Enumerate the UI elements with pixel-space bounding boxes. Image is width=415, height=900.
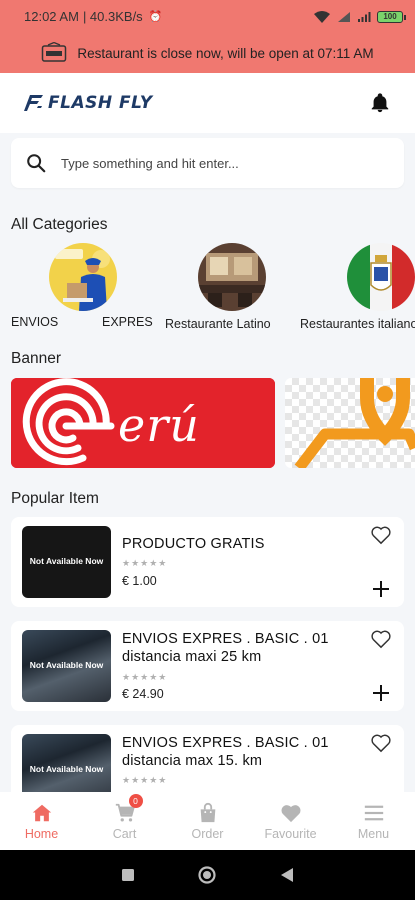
delivery-person-icon bbox=[49, 243, 117, 311]
back-icon[interactable] bbox=[280, 867, 294, 883]
notice-text: Restaurant is close now, will be open at… bbox=[77, 45, 374, 61]
popular-title: Popular Item bbox=[11, 490, 99, 507]
nav-order-label: Order bbox=[191, 826, 224, 841]
product-thumbnail: Not Available Now bbox=[22, 734, 111, 792]
home-button-icon[interactable] bbox=[197, 865, 217, 885]
category-envios-expres[interactable] bbox=[49, 243, 117, 311]
add-to-cart-plus-icon[interactable] bbox=[372, 684, 390, 702]
banner-peru-text: erú bbox=[118, 398, 200, 452]
bag-icon bbox=[200, 802, 215, 822]
product-card[interactable]: Not Available Now ENVIOS EXPRES . BASIC … bbox=[11, 725, 404, 792]
category-restaurantes-italianos[interactable]: Restaurantes italianos bbox=[300, 243, 415, 331]
logo-text: FLASH FLY bbox=[48, 93, 153, 113]
nav-cart-label: Cart bbox=[112, 826, 137, 841]
signal-icon-2 bbox=[358, 11, 371, 22]
nav-home[interactable]: Home bbox=[0, 792, 83, 850]
category-image-latino bbox=[197, 243, 266, 311]
search-icon bbox=[27, 154, 46, 173]
app-header: FLASH FLY bbox=[0, 73, 415, 133]
category-label-italianos: Restaurantes italianos bbox=[300, 317, 415, 331]
closed-sign-icon bbox=[42, 42, 67, 62]
flash-logo-icon bbox=[24, 95, 43, 111]
product-title: ENVIOS EXPRES . BASIC . 01 distancia max… bbox=[122, 735, 329, 770]
favourite-heart-icon[interactable] bbox=[370, 629, 392, 649]
nav-favourite[interactable]: Favourite bbox=[249, 792, 332, 850]
category-label-latino: Restaurante Latino bbox=[165, 317, 271, 331]
map-pin-icon bbox=[294, 378, 415, 468]
restaurant-image bbox=[197, 243, 266, 311]
nav-home-label: Home bbox=[24, 826, 59, 841]
category-image-italianos bbox=[346, 243, 415, 311]
product-rating-stars: ★★★★★ bbox=[122, 775, 168, 785]
alarm-icon: ⏰ bbox=[148, 11, 163, 23]
heart-icon bbox=[281, 804, 300, 822]
app-logo[interactable]: FLASH FLY bbox=[24, 93, 153, 113]
category-label-envios: ENVIOS bbox=[11, 315, 59, 329]
product-title: PRODUCTO GRATIS bbox=[122, 536, 265, 552]
nav-favourite-label: Favourite bbox=[264, 826, 317, 841]
banner-title: Banner bbox=[11, 350, 61, 367]
categories-title: All Categories bbox=[11, 216, 108, 233]
product-title: ENVIOS EXPRES . BASIC . 01 distancia max… bbox=[122, 631, 329, 666]
product-price: € 24.90 bbox=[122, 687, 164, 701]
italian-flag-image bbox=[346, 243, 415, 311]
cart-count-badge: 0 bbox=[128, 794, 143, 808]
category-image-envios bbox=[49, 243, 117, 311]
home-icon bbox=[32, 804, 51, 821]
add-to-cart-plus-icon[interactable] bbox=[372, 580, 390, 598]
signal-icon bbox=[338, 11, 350, 22]
product-rating-stars: ★★★★★ bbox=[122, 672, 168, 682]
product-rating-stars: ★★★★★ bbox=[122, 558, 168, 568]
recent-apps-icon[interactable] bbox=[121, 868, 135, 882]
not-available-label: Not Available Now bbox=[29, 764, 104, 775]
category-restaurante-latino[interactable]: Restaurante Latino bbox=[165, 243, 271, 331]
category-label-expres: EXPRES bbox=[102, 315, 153, 329]
status-bar: 12:02 AM | 40.3KB/s ⏰ 100 bbox=[0, 0, 415, 33]
bell-icon[interactable] bbox=[369, 92, 391, 114]
banner-map[interactable] bbox=[285, 378, 415, 468]
product-card[interactable]: Not Available Now ENVIOS EXPRES . BASIC … bbox=[11, 621, 404, 711]
status-speed: | 40.3KB/s bbox=[82, 9, 143, 24]
nav-order[interactable]: Order bbox=[166, 792, 249, 850]
not-available-label: Not Available Now bbox=[29, 660, 104, 671]
closed-notice: Restaurant is close now, will be open at… bbox=[0, 33, 415, 73]
battery-level: 100 bbox=[383, 12, 397, 21]
categories-list: ENVIOS EXPRES Restaurante Latino Restaur… bbox=[11, 243, 415, 333]
nav-menu[interactable]: Menu bbox=[332, 792, 415, 850]
product-thumbnail: Not Available Now bbox=[22, 630, 111, 702]
menu-icon bbox=[364, 805, 383, 820]
wifi-icon bbox=[314, 10, 330, 23]
not-available-label: Not Available Now bbox=[29, 556, 104, 567]
search-input[interactable] bbox=[61, 155, 381, 171]
nav-menu-label: Menu bbox=[357, 826, 390, 841]
nav-cart[interactable]: 0 Cart bbox=[83, 792, 166, 850]
battery-icon: 100 bbox=[377, 10, 406, 23]
product-card[interactable]: Not Available Now PRODUCTO GRATIS ★★★★★ … bbox=[11, 517, 404, 607]
favourite-heart-icon[interactable] bbox=[370, 733, 392, 753]
search-bar[interactable] bbox=[11, 138, 404, 188]
product-price: € 1.00 bbox=[122, 574, 157, 588]
product-thumbnail: Not Available Now bbox=[22, 526, 111, 598]
status-time: 12:02 AM bbox=[24, 9, 79, 24]
system-navigation-bar bbox=[0, 850, 415, 900]
banner-peru[interactable]: erú bbox=[11, 378, 275, 468]
bottom-navigation: Home 0 Cart Order Favourite Menu bbox=[0, 792, 415, 850]
favourite-heart-icon[interactable] bbox=[370, 525, 392, 545]
